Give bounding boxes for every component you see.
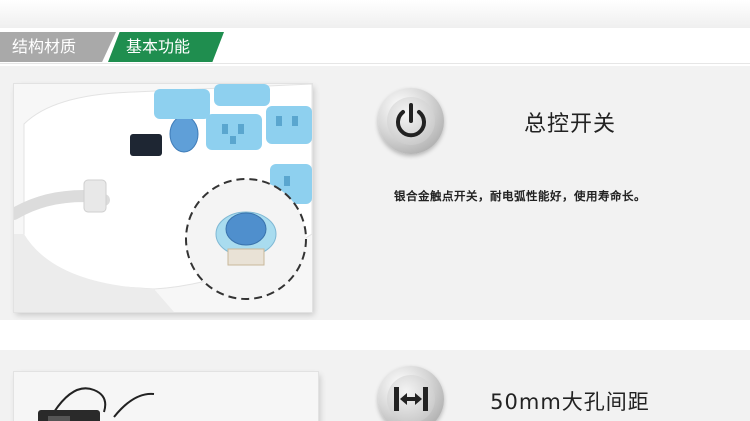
adapter-image xyxy=(14,372,318,421)
tab-basic-functions[interactable]: 基本功能 xyxy=(108,32,224,62)
adapter-photo xyxy=(14,372,318,421)
tab-bar: 结构材质 基本功能 xyxy=(0,28,750,64)
power-icon xyxy=(378,88,444,154)
top-strip xyxy=(0,0,750,28)
power-strip-switch-photo xyxy=(14,84,312,312)
feature-description-master-switch: 银合金触点开关，耐电弧性能好，使用寿命长。 xyxy=(394,189,646,203)
feature-panel-hole-spacing: 50mm大孔间距 xyxy=(0,350,750,421)
feature-panel-master-switch: 总控开关 银合金触点开关，耐电弧性能好，使用寿命长。 xyxy=(0,66,750,320)
distance-icon xyxy=(378,366,444,421)
power-strip-image xyxy=(14,84,312,312)
tab-structure-material[interactable]: 结构材质 xyxy=(0,32,116,62)
panel-gap xyxy=(0,320,750,350)
feature-title-hole-spacing: 50mm大孔间距 xyxy=(490,390,650,414)
feature-title-master-switch: 总控开关 xyxy=(523,112,616,137)
